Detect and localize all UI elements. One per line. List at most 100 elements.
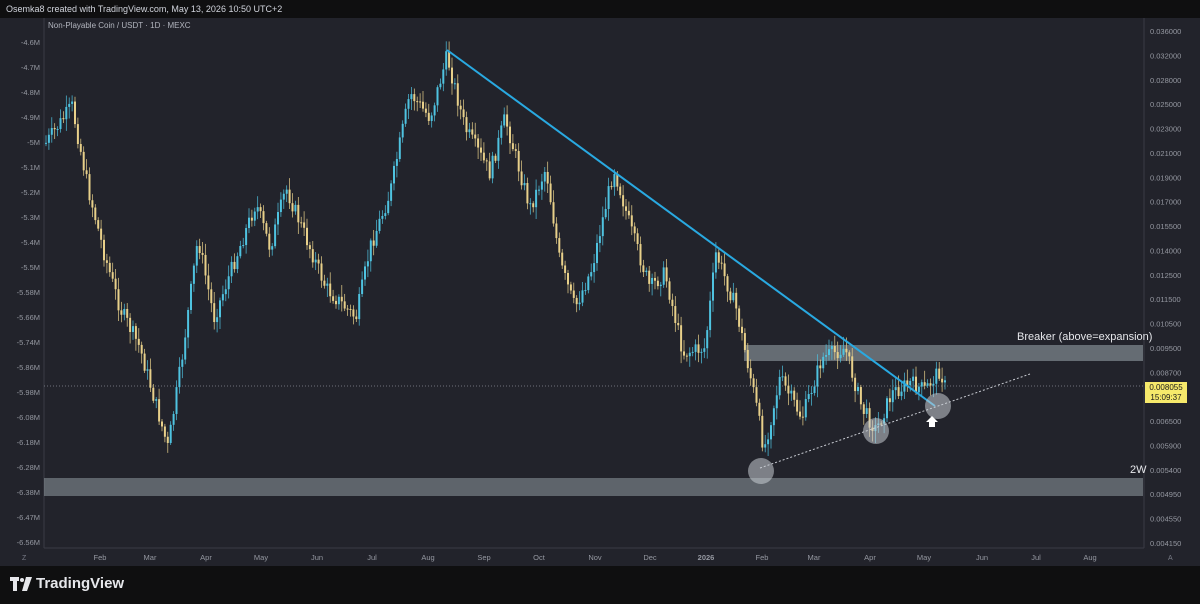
candle-body [749,368,752,379]
candle-body [448,51,451,68]
candle-body [320,263,323,281]
candle-body [897,387,900,397]
candle-body [491,155,494,179]
candle-body [82,151,85,171]
left-axis-tick-label: -5.98M [17,388,40,397]
candle-body [143,353,146,371]
candle-body [671,299,674,307]
candle-body [219,300,221,318]
candle-body [526,183,529,204]
candle-body [201,252,204,255]
candle-body [317,259,320,264]
x-axis-tick-label: Apr [200,553,212,562]
candle-body [587,276,590,291]
candle-body [259,207,262,212]
candle-body [172,413,175,425]
candle-body [230,261,233,277]
candle-body [224,289,227,295]
left-axis-tick-label: -5.86M [17,363,40,372]
candle-body [604,209,607,218]
candle-body [900,391,903,397]
candle-body [59,118,62,130]
candle-body [456,83,459,106]
price-chart[interactable]: Breaker (above=expansion) 2W -4.6M -4.7M -… [0,18,1200,566]
candle-body [419,101,422,103]
candle-body [108,262,111,273]
candle-body [613,174,616,188]
candle-body [836,352,839,359]
candle-body [758,402,761,416]
candle-body [796,399,799,412]
candle-body [245,228,248,246]
right-axis-tick-label: 0.019000 [1150,173,1181,182]
x-axis-tick-label: Dec [643,553,657,562]
candle-body [303,222,306,228]
candle-body [839,354,842,359]
candle-body [714,252,717,273]
candle-body [279,199,282,213]
candle-body [517,150,520,172]
left-axis-tick-label: -6.56M [17,538,40,547]
candle-body [529,203,532,205]
x-axis-tick-label: Apr [864,553,876,562]
candle-body [329,283,332,297]
candle-body [532,203,535,208]
candle-body [311,249,314,263]
candle-body [340,296,343,302]
candle-body [697,344,700,353]
candle-body [494,155,497,161]
x-axis-tick-label: Feb [94,553,107,562]
candle-body [134,326,137,339]
right-axis-tick-label: 0.008700 [1150,368,1181,377]
candle-body [674,306,677,323]
candle-body [622,195,625,207]
candle-body [651,277,654,284]
candle-body [155,399,158,401]
x-axis-tick-label: Nov [588,553,602,562]
candle-body [158,399,161,422]
candle-body [285,189,288,194]
candle-body [451,67,453,84]
candle-body [813,386,816,393]
candle-body [894,387,897,391]
two-week-zone [44,478,1143,496]
candle-body [326,283,329,286]
candle-body [361,279,364,295]
candle-body [126,308,129,318]
candle-body [175,387,178,414]
candle-body [825,355,828,357]
left-axis-tick-label: -5.5M [21,263,40,272]
candle-body [459,105,462,110]
candle-body [564,265,567,273]
candle-body [288,189,291,204]
left-axis-ticks: -4.6M -4.7M -4.8M -4.9M -5M -5.1M -5.2M -5.3M -5… [17,38,40,547]
current-price-badge: 0.008055 15:09:37 [1145,382,1187,403]
right-axis-tick-label: 0.004550 [1150,515,1181,524]
candle-body [790,390,793,394]
x-axis-tick-label: Aug [421,553,434,562]
candle-body [514,149,517,151]
descending-trendline[interactable] [446,49,936,407]
right-axis-tick-label: 0.028000 [1150,76,1181,85]
candle-body [944,380,946,383]
chart-canvas[interactable]: Breaker (above=expansion) 2W -4.6M-4.7M-… [0,18,1200,566]
candle-body [891,390,894,403]
candle-body [752,378,755,388]
candle-body [723,263,726,277]
candle-body [477,138,480,148]
candle-body [596,242,598,264]
candle-body [706,330,709,349]
candle-body [593,263,596,273]
candle-body [677,322,680,326]
x-axis-tick-label: Jun [976,553,988,562]
candle-body [335,300,337,305]
candle-body [654,277,656,281]
right-axis-tick-label: 0.036000 [1150,27,1181,36]
candle-body [886,398,888,419]
candle-body [294,204,297,212]
candle-body [520,171,523,186]
tradingview-brand[interactable]: TradingView [10,575,124,592]
candle-body [117,289,120,311]
candle-body [572,290,575,298]
candle-body [242,245,245,247]
